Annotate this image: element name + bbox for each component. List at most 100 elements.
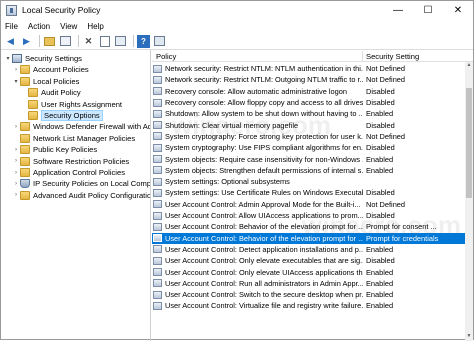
tree-item[interactable]: › Windows Defender Firewall with Adv: [12, 121, 150, 132]
back-arrow-icon[interactable]: ◀: [4, 35, 17, 48]
folder-icon: [20, 133, 30, 143]
tree-item[interactable]: › Advanced Audit Policy Configuration: [12, 190, 150, 201]
scroll-up-icon[interactable]: ▲: [465, 62, 473, 70]
table-row[interactable]: User Account Control: Admin Approval Mod…: [152, 199, 465, 210]
properties-icon[interactable]: [98, 35, 111, 48]
close-button[interactable]: ✕: [443, 1, 473, 19]
policy-name: System cryptography: Force strong key pr…: [165, 131, 363, 141]
folder-icon: [20, 145, 30, 155]
column-divider[interactable]: [362, 51, 363, 61]
table-row[interactable]: User Account Control: Switch to the secu…: [152, 289, 465, 300]
up-folder-icon[interactable]: [43, 35, 56, 48]
folder-icon: [20, 76, 30, 86]
forward-arrow-icon[interactable]: ▶: [20, 35, 33, 48]
vertical-scrollbar[interactable]: ▲ ▼: [465, 62, 473, 341]
tree-item[interactable]: › Application Control Policies: [12, 167, 125, 178]
security-setting-value: Disabled: [366, 188, 395, 198]
title-bar: Local Security Policy — ☐ ✕: [1, 1, 473, 19]
tree-item[interactable]: › IP Security Policies on Local Compute: [12, 178, 150, 189]
table-row[interactable]: System settings: Optional subsystems: [152, 176, 465, 187]
policy-name: System objects: Strengthen default permi…: [165, 165, 363, 175]
table-row[interactable]: Recovery console: Allow automatic admini…: [152, 86, 465, 97]
security-setting-value: Disabled: [366, 98, 395, 108]
table-row[interactable]: System objects: Require case insensitivi…: [152, 153, 465, 164]
table-row[interactable]: System objects: Strengthen default permi…: [152, 165, 465, 176]
expand-right-icon[interactable]: ›: [12, 124, 20, 130]
help-icon[interactable]: ?: [137, 34, 150, 48]
table-row[interactable]: User Account Control: Allow UIAccess app…: [152, 210, 465, 221]
table-row[interactable]: User Account Control: Only elevate execu…: [152, 255, 465, 266]
policy-name: User Account Control: Behavior of the el…: [165, 222, 363, 232]
table-row[interactable]: User Account Control: Only elevate UIAcc…: [152, 266, 465, 277]
policy-icon: [153, 234, 162, 243]
security-policy-icon: [6, 4, 17, 16]
expand-right-icon[interactable]: ›: [12, 170, 20, 176]
tree-item[interactable]: ▾ Local Policies: [12, 76, 79, 87]
expand-right-icon[interactable]: ›: [12, 147, 20, 153]
folder-icon: [28, 88, 38, 98]
policy-icon: [153, 200, 162, 209]
delete-icon[interactable]: ✕: [82, 35, 95, 48]
menu-file[interactable]: File: [5, 22, 18, 31]
tree-item[interactable]: User Rights Assignment: [20, 99, 122, 110]
policy-name: Recovery console: Allow floppy copy and …: [165, 98, 363, 108]
table-row[interactable]: User Account Control: Detect application…: [152, 244, 465, 255]
policy-list: Policy Security Setting Network security…: [152, 50, 473, 341]
show-tree-icon[interactable]: [59, 35, 72, 48]
scroll-thumb[interactable]: [466, 88, 472, 198]
tree-item[interactable]: Audit Policy: [20, 87, 81, 98]
export-list-icon[interactable]: [114, 35, 127, 48]
maximize-button[interactable]: ☐: [413, 1, 443, 19]
table-row[interactable]: User Account Control: Virtualize file an…: [152, 300, 465, 311]
menu-action[interactable]: Action: [28, 22, 50, 31]
tree-item[interactable]: › Account Policies: [12, 64, 89, 75]
policy-name: User Account Control: Behavior of the el…: [165, 233, 363, 243]
expand-down-icon[interactable]: ▾: [12, 78, 20, 85]
expand-right-icon[interactable]: ›: [12, 192, 20, 198]
table-row[interactable]: User Account Control: Behavior of the el…: [152, 221, 465, 232]
tree-item[interactable]: Security Options: [20, 110, 103, 121]
expand-right-icon[interactable]: ›: [12, 181, 20, 187]
tree-item[interactable]: › Public Key Policies: [12, 144, 97, 155]
security-setting-value: Enabled: [366, 301, 394, 311]
table-row[interactable]: System settings: Use Certificate Rules o…: [152, 187, 465, 198]
security-setting-value: Disabled: [366, 86, 395, 96]
folder-icon: [20, 65, 30, 75]
column-policy[interactable]: Policy: [156, 52, 176, 61]
policy-name: User Account Control: Only elevate UIAcc…: [165, 267, 363, 277]
column-security-setting[interactable]: Security Setting: [366, 52, 419, 61]
policy-icon: [153, 87, 162, 96]
expand-right-icon[interactable]: ›: [12, 158, 20, 164]
tree-item[interactable]: › Software Restriction Policies: [12, 156, 129, 167]
policy-icon: [153, 166, 162, 175]
list-header: Policy Security Setting: [152, 50, 473, 62]
policy-icon: [153, 222, 162, 231]
security-setting-value: Not Defined: [366, 131, 406, 141]
policy-icon: [153, 155, 162, 164]
expand-right-icon[interactable]: ›: [12, 67, 20, 73]
table-row[interactable]: System cryptography: Use FIPS compliant …: [152, 142, 465, 153]
policy-icon: [153, 177, 162, 186]
menu-view[interactable]: View: [60, 22, 77, 31]
table-row[interactable]: Shutdown: Allow system to be shut down w…: [152, 108, 465, 119]
table-row[interactable]: User Account Control: Behavior of the el…: [152, 232, 465, 244]
table-row[interactable]: Recovery console: Allow floppy copy and …: [152, 97, 465, 108]
tree-item[interactable]: Network List Manager Policies: [12, 133, 135, 144]
expand-down-icon[interactable]: ▾: [4, 55, 12, 62]
tree-item-label: Security Settings: [25, 54, 82, 63]
policy-icon: [153, 75, 162, 84]
security-setting-value: Enabled: [366, 278, 394, 288]
console-icon[interactable]: [153, 35, 166, 48]
tree-item[interactable]: ▾ Security Settings: [4, 53, 82, 64]
table-row[interactable]: System cryptography: Force strong key pr…: [152, 131, 465, 142]
minimize-button[interactable]: —: [383, 1, 413, 19]
table-row[interactable]: Network security: Restrict NTLM: Outgoin…: [152, 74, 465, 85]
menu-help[interactable]: Help: [87, 22, 103, 31]
table-row[interactable]: Network security: Restrict NTLM: NTLM au…: [152, 63, 465, 74]
policy-name: System settings: Use Certificate Rules o…: [165, 188, 363, 198]
folder-icon: [20, 122, 30, 132]
table-row[interactable]: Shutdown: Clear virtual memory pagefile D…: [152, 120, 465, 131]
policy-name: Shutdown: Allow system to be shut down w…: [165, 109, 363, 119]
policy-icon: [153, 143, 162, 152]
table-row[interactable]: User Account Control: Run all administra…: [152, 278, 465, 289]
